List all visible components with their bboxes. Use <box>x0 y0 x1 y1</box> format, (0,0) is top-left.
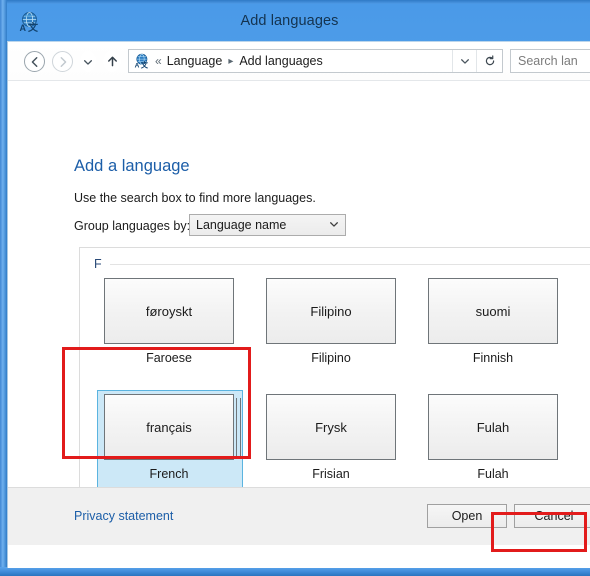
breadcrumb-separator: ▸ <box>228 55 234 67</box>
language-native-name: Fulah <box>476 419 510 435</box>
language-english-name: Finnish <box>472 351 514 365</box>
language-tile-box: Fulah <box>428 394 558 460</box>
navigation-bar: A 文 « Language ▸ Add languages Search la… <box>8 42 590 80</box>
language-native-name: føroyskt <box>145 303 193 319</box>
dialog-footer: Privacy statement Open Cancel <box>8 487 590 545</box>
dialog-client-area: A 文 « Language ▸ Add languages Search la… <box>7 41 590 568</box>
window-frame-left-edge <box>0 0 7 576</box>
group-languages-by-select[interactable]: Language name <box>189 214 346 236</box>
breadcrumb-add-languages[interactable]: Add languages <box>239 54 322 68</box>
svg-text:A: A <box>135 63 140 69</box>
arrow-up-icon <box>107 56 117 67</box>
tile-stack-sheet-icon <box>236 398 237 458</box>
window-frame-bottom-edge <box>0 567 590 576</box>
window-frame: A 文 Add languages A 文 « Language ▸ Add l… <box>0 0 590 576</box>
forward-button <box>52 51 73 72</box>
language-tile-box: français <box>104 394 241 460</box>
language-tile-french[interactable]: français French <box>88 390 250 498</box>
language-tile-box: Frysk <box>266 394 396 460</box>
page-body: Add a language Use the search box to fin… <box>8 80 590 545</box>
language-english-name: Fulah <box>477 467 509 481</box>
title-bar: A 文 Add languages <box>7 4 590 41</box>
language-tile-frisian[interactable]: Frysk Frisian <box>250 394 412 498</box>
language-english-name: Frisian <box>312 467 350 481</box>
language-native-name: Frysk <box>315 419 347 435</box>
group-languages-by-label: Group languages by: <box>74 219 191 233</box>
breadcrumb-language[interactable]: Language <box>167 54 223 68</box>
language-tile-box: Filipino <box>266 278 396 344</box>
language-row: français French Frysk Frisian Fulah Fula… <box>80 390 590 498</box>
language-native-name: suomi <box>475 303 511 319</box>
refresh-icon <box>485 55 494 66</box>
group-letter: F <box>94 257 102 271</box>
arrow-left-icon <box>31 56 37 67</box>
page-subtitle: Use the search box to find more language… <box>74 191 316 205</box>
group-header-f: F <box>80 254 590 274</box>
language-english-name: Filipino <box>311 351 351 365</box>
language-tile-box: suomi <box>428 278 558 344</box>
group-languages-by-value: Language name <box>196 218 287 232</box>
cancel-button[interactable]: Cancel <box>514 504 590 528</box>
svg-text:文: 文 <box>140 61 149 69</box>
language-english-name: French <box>149 467 189 481</box>
chevron-down-icon <box>329 219 339 232</box>
search-input[interactable]: Search lan <box>510 49 590 73</box>
open-button[interactable]: Open <box>427 504 507 528</box>
language-tile-filipino[interactable]: Filipino Filipino <box>250 278 412 382</box>
language-tile-finnish[interactable]: suomi Finnish <box>412 278 574 382</box>
tile-stack-sheet-icon <box>240 398 241 458</box>
address-bar[interactable]: A 文 « Language ▸ Add languages <box>128 49 503 73</box>
address-prefix: « <box>155 54 162 68</box>
page-title: Add a language <box>74 157 190 175</box>
privacy-statement-link[interactable]: Privacy statement <box>74 509 173 523</box>
language-row: føroyskt Faroese Filipino Filipino suomi… <box>80 278 590 382</box>
language-native-name: français <box>146 419 192 435</box>
group-divider <box>109 263 590 265</box>
back-button[interactable] <box>24 51 45 72</box>
address-language-globe-icon: A 文 <box>133 53 150 70</box>
language-tile-faroese[interactable]: føroyskt Faroese <box>88 278 250 382</box>
up-button[interactable] <box>103 51 121 72</box>
arrow-right-icon <box>60 56 66 67</box>
recent-locations-button[interactable] <box>80 51 96 72</box>
window-title: Add languages <box>240 13 339 29</box>
address-dropdown-button[interactable] <box>452 50 476 72</box>
language-tile-box: føroyskt <box>104 278 234 344</box>
language-native-name: Filipino <box>310 303 352 319</box>
chevron-down-icon <box>84 59 92 65</box>
refresh-button[interactable] <box>476 50 502 72</box>
chevron-down-icon <box>460 59 469 64</box>
language-english-name: Faroese <box>146 351 192 365</box>
language-tile-fulah[interactable]: Fulah Fulah <box>412 394 574 498</box>
